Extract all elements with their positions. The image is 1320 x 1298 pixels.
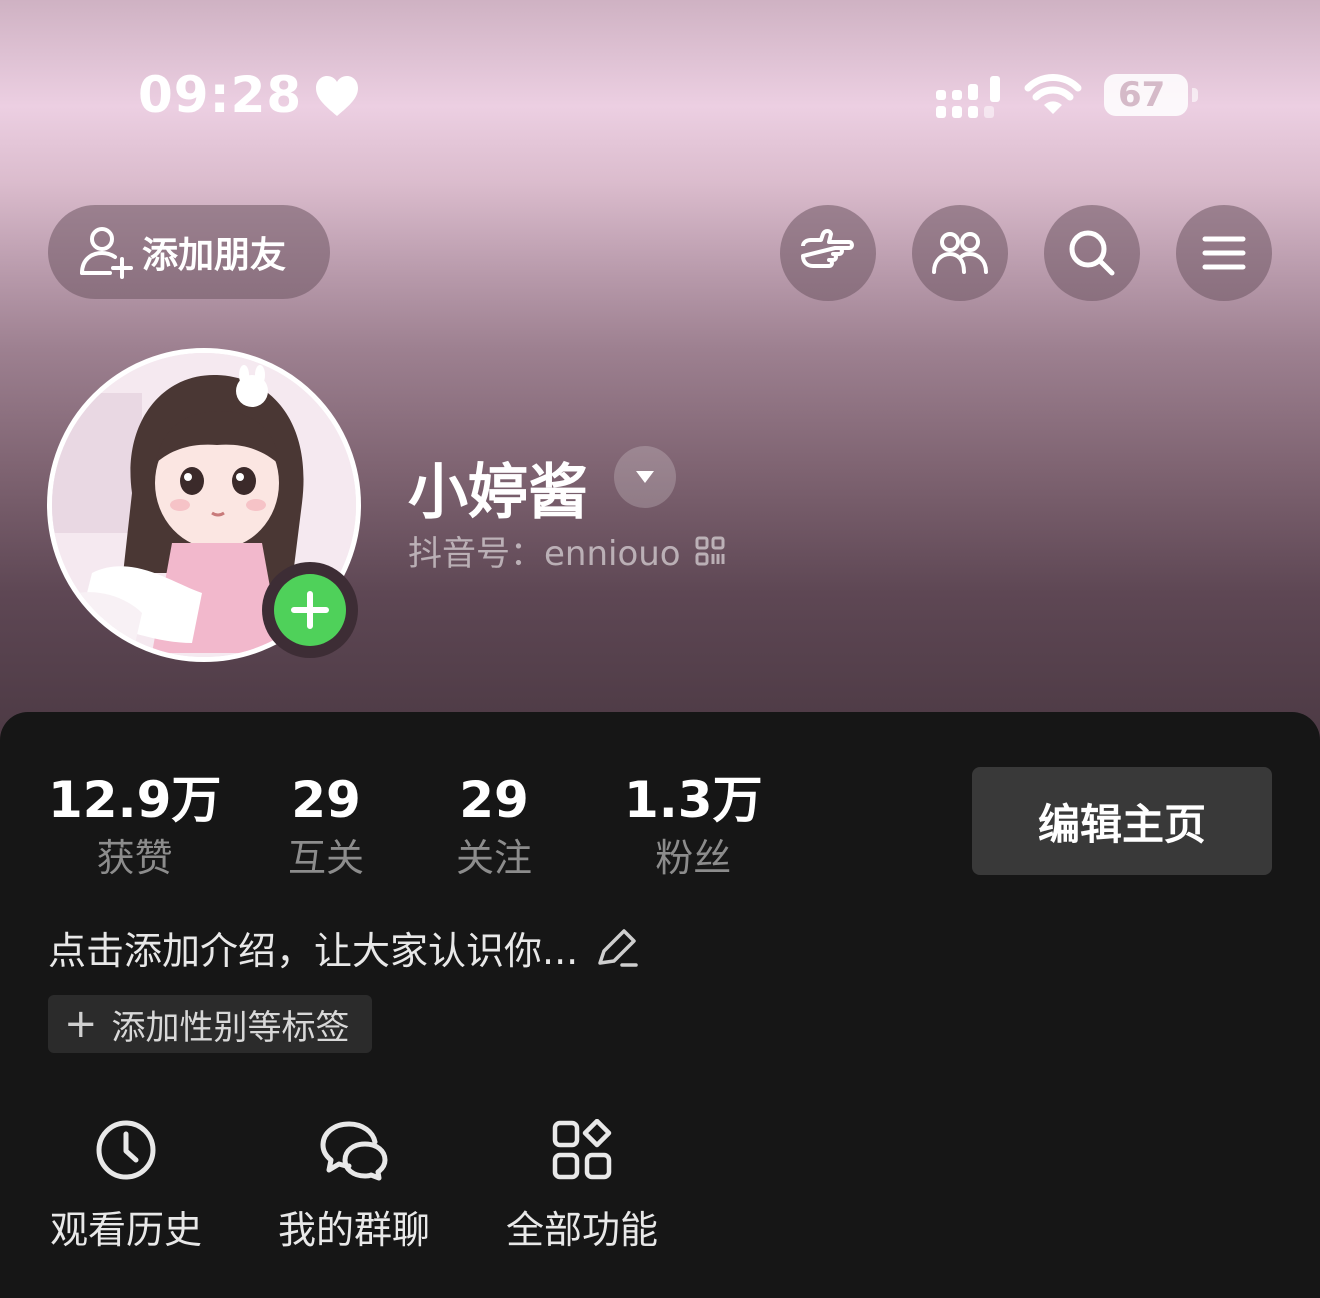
qr-code-icon xyxy=(695,536,725,565)
status-bar: 09:28 67 xyxy=(0,66,1320,126)
stat-mutual-value: 29 xyxy=(291,771,361,829)
signal-icon xyxy=(936,76,1000,118)
stat-following-value: 29 xyxy=(459,771,529,829)
menu-button[interactable] xyxy=(1176,205,1272,301)
friends-button[interactable] xyxy=(912,205,1008,301)
search-button[interactable] xyxy=(1044,205,1140,301)
stat-likes-value: 12.9万 xyxy=(48,771,222,829)
all-functions-button[interactable]: 全部功能 xyxy=(482,1115,682,1254)
status-time: 09:28 xyxy=(138,66,303,124)
group-chat-label: 我的群聊 xyxy=(277,1208,430,1252)
plus-icon: + xyxy=(64,1001,98,1047)
plus-icon xyxy=(291,591,329,629)
add-tags-label: 添加性别等标签 xyxy=(111,1007,350,1048)
watch-history-label: 观看历史 xyxy=(49,1208,202,1252)
battery-indicator: 67 xyxy=(1104,74,1188,116)
edit-profile-button[interactable]: 编辑主页 xyxy=(972,767,1272,875)
add-tags-button[interactable]: + 添加性别等标签 xyxy=(48,995,372,1053)
stat-followers-label: 粉丝 xyxy=(655,836,732,880)
stat-likes[interactable]: 12.9万 获赞 xyxy=(48,770,221,886)
pointing-hand-button[interactable] xyxy=(780,205,876,301)
add-user-icon xyxy=(80,227,133,279)
bio-placeholder: 点击添加介绍，让大家认识你... xyxy=(48,929,579,973)
group-chat-icon xyxy=(320,1121,388,1181)
bio-field[interactable]: 点击添加介绍，让大家认识你... xyxy=(48,920,640,975)
all-functions-label: 全部功能 xyxy=(505,1208,658,1252)
account-switch-button[interactable] xyxy=(614,446,676,508)
stat-mutual[interactable]: 29 互关 xyxy=(288,770,364,886)
menu-icon xyxy=(1202,236,1246,270)
add-friend-button[interactable]: 添加朋友 xyxy=(48,205,330,299)
pencil-icon xyxy=(598,928,638,967)
add-story-badge xyxy=(274,574,346,646)
stat-following-label: 关注 xyxy=(456,836,533,880)
caret-down-icon xyxy=(636,471,654,483)
add-story-button[interactable] xyxy=(262,562,358,658)
stat-likes-label: 获赞 xyxy=(96,836,173,880)
group-chat-button[interactable]: 我的群聊 xyxy=(254,1115,454,1254)
watch-history-button[interactable]: 观看历史 xyxy=(26,1115,226,1254)
stat-following[interactable]: 29 关注 xyxy=(456,770,532,886)
heart-icon xyxy=(316,76,358,116)
add-friend-label: 添加朋友 xyxy=(142,235,287,276)
all-functions-icon xyxy=(552,1119,612,1180)
stat-mutual-label: 互关 xyxy=(288,836,365,880)
battery-tip xyxy=(1192,88,1198,102)
clock-icon xyxy=(96,1120,156,1180)
wifi-icon xyxy=(1024,74,1082,114)
douyin-id[interactable]: 抖音号：enniouo xyxy=(408,526,725,575)
douyin-id-text: 抖音号：enniouo xyxy=(408,534,681,574)
pointing-hand-icon xyxy=(801,229,854,268)
profile-name: 小婷酱 xyxy=(408,458,588,528)
stat-followers-value: 1.3万 xyxy=(624,771,763,829)
search-icon xyxy=(1069,230,1115,276)
stat-followers[interactable]: 1.3万 粉丝 xyxy=(624,770,763,886)
friends-icon xyxy=(932,232,988,274)
